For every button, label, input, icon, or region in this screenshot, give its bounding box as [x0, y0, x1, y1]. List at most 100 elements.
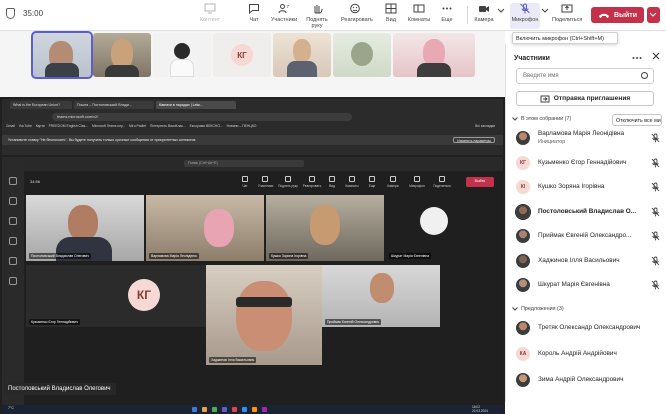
in-meeting-section-header[interactable]: В этом собрании (7): [512, 116, 571, 122]
camera-icon: [479, 6, 489, 12]
bookmarks-bar: Gmail YouTube Карти FREEDOM English Clas…: [6, 124, 495, 128]
shared-browser-window: What is the European Union? Пошта – Пост…: [2, 99, 503, 155]
participant-role: Инициатор: [538, 139, 566, 145]
chevron-down-icon: [649, 12, 657, 17]
more-icon: [442, 7, 452, 10]
video-thumbnail[interactable]: [31, 31, 93, 79]
view-button[interactable]: Вид: [377, 3, 405, 23]
leave-button[interactable]: Выйти: [591, 7, 644, 23]
participant-name: Кушко Зоряна Ігорівна: [538, 183, 605, 190]
camera-button[interactable]: Камера: [470, 3, 498, 23]
avatar: КА: [516, 347, 530, 361]
participant-row[interactable]: Шкурат Марія Євгенівна: [514, 275, 662, 295]
video-thumbnail[interactable]: [333, 33, 391, 77]
mic-muted-icon: [651, 133, 660, 143]
avatar: [516, 253, 530, 268]
participant-row[interactable]: Приймак Євгеній Олександро...: [514, 226, 662, 246]
react-button[interactable]: Реагировать: [341, 3, 373, 23]
chevron-down-icon: [541, 8, 549, 13]
shared-video-tile: Кушко Зорина Ігорівна: [266, 195, 384, 261]
participant-row[interactable]: КІ Кушко Зоряна Ігорівна: [514, 177, 662, 197]
camera-options-chevron[interactable]: [497, 8, 505, 16]
participant-row[interactable]: Варламова Марія Леонідівна Инициатор: [514, 128, 662, 148]
mic-muted-icon: [651, 231, 660, 241]
participant-name: Хаджинов Ілля Васильович: [538, 256, 620, 264]
video-thumbnail[interactable]: КГ: [213, 33, 271, 77]
microphone-button[interactable]: Микрофон: [510, 3, 540, 29]
participant-name: Третяк Олександр Олександрович: [538, 324, 641, 331]
raise-hand-icon: [314, 5, 323, 14]
participant-name: Зима Андрій Олександрович: [538, 376, 624, 383]
suggestions-section-header[interactable]: Предложения (3): [512, 306, 564, 312]
video-thumbnail[interactable]: [273, 33, 331, 77]
send-invite-button[interactable]: Отправка приглашения: [516, 91, 654, 106]
shared-screen: What is the European Union? Пошта – Пост…: [0, 97, 505, 414]
meeting-toolbar: 35:00 Контент Чат 7 Участники Поднять ру…: [0, 0, 666, 31]
participants-button[interactable]: 7 Участники: [270, 3, 298, 23]
meeting-stage: КГ What is the European Union? Пошта – П…: [0, 31, 505, 414]
leave-options-button[interactable]: [647, 7, 660, 23]
video-thumbnail[interactable]: [93, 33, 151, 77]
participant-name: Варламова Марія Леонідівна: [538, 130, 625, 137]
participant-name: Приймак Євгеній Олександро...: [538, 232, 632, 239]
mic-off-icon: [520, 3, 530, 14]
chat-button[interactable]: Чат: [240, 3, 268, 23]
share-button[interactable]: Поделиться: [552, 3, 582, 23]
avatar: [516, 131, 530, 145]
shared-video-tile: Постоловський Владислав Олегович: [26, 195, 144, 261]
search-icon: [641, 72, 648, 79]
close-panel-button[interactable]: [652, 52, 660, 63]
chevron-down-icon: [497, 8, 505, 13]
react-icon: [350, 3, 360, 14]
mic-muted-icon: [651, 256, 660, 265]
mic-options-chevron[interactable]: [541, 8, 549, 16]
participant-video: [174, 43, 190, 59]
share-content-button[interactable]: Контент: [196, 3, 224, 23]
chat-icon: [249, 4, 259, 14]
participant-row[interactable]: Третяк Олександр Олександрович: [514, 318, 662, 338]
shared-taskbar: 7°C 16:02 22.03.2024: [2, 405, 503, 414]
avatar: КІ: [516, 180, 530, 194]
shared-video-tile: Приймак Євгеній Олександрович: [322, 265, 440, 327]
shared-video-tile: Варламова Марія Леонідівна: [146, 195, 264, 261]
more-options-button[interactable]: [632, 52, 642, 63]
browser-url-bar: teams.microsoft.com/v2/: [52, 113, 352, 121]
chevron-down-icon: [512, 307, 518, 311]
mic-muted-icon: [651, 182, 660, 192]
mic-muted-icon: [651, 207, 660, 216]
participant-row[interactable]: Зима Андрій Олександрович: [514, 370, 662, 390]
share-screen-icon: [561, 4, 573, 13]
shared-video-tile: КГ Кузьменко Єгор Геннадійович: [26, 265, 206, 327]
video-thumbnail[interactable]: [393, 33, 475, 77]
shared-teams-topbar: Поиск (Ctrl+Alt+E): [24, 157, 503, 171]
participant-row[interactable]: КГ Кузьменко Єгор Геннадійович: [514, 153, 662, 173]
svg-text:7: 7: [287, 4, 290, 9]
notification-banner: Установите ставку "Не беспокоить". Вы бу…: [2, 135, 503, 145]
mute-all-button[interactable]: Отключить все мик...: [612, 114, 662, 126]
raise-hand-button[interactable]: Поднять руку: [303, 3, 331, 29]
avatar: [515, 203, 531, 220]
video-thumbnail[interactable]: [153, 33, 211, 77]
avatar: [516, 278, 530, 292]
rooms-button[interactable]: Комнаты: [405, 3, 433, 23]
participants-panel: Участники Введите имя Отправка приглашен…: [505, 44, 666, 402]
participant-name: Кузьменко Єгор Геннадійович: [538, 158, 627, 166]
participant-row[interactable]: Хаджинов Ілля Васильович: [514, 251, 662, 271]
mic-muted-icon: [651, 280, 660, 290]
video-thumbnail-strip: КГ: [0, 31, 505, 79]
participant-search-input[interactable]: Введите имя: [516, 68, 654, 84]
participant-name: Постоловський Владислав О...: [538, 207, 637, 215]
people-icon: 7: [278, 4, 290, 14]
panel-title: Участники: [514, 55, 550, 62]
participant-row[interactable]: Постоловський Владислав О...: [514, 202, 662, 222]
shared-video-tile: Шкурат Марія Євгенівна: [386, 195, 482, 261]
shared-search: Поиск (Ctrl+Alt+E): [184, 160, 304, 167]
participant-name: Король Андрій Андрійович: [538, 350, 617, 357]
more-button[interactable]: Еще: [433, 3, 461, 23]
mic-muted-icon: [651, 158, 660, 167]
participant-row[interactable]: КА Король Андрій Андрійович: [514, 344, 662, 364]
shared-meeting-toolbar: 34:56 Чат Участники Поднять руку Реагиро…: [24, 173, 503, 193]
shared-teams-window: Поиск (Ctrl+Alt+E) 34:56 Чат Участники П…: [2, 157, 503, 405]
avatar: [516, 373, 530, 387]
meeting-timer: 35:00: [23, 9, 44, 18]
